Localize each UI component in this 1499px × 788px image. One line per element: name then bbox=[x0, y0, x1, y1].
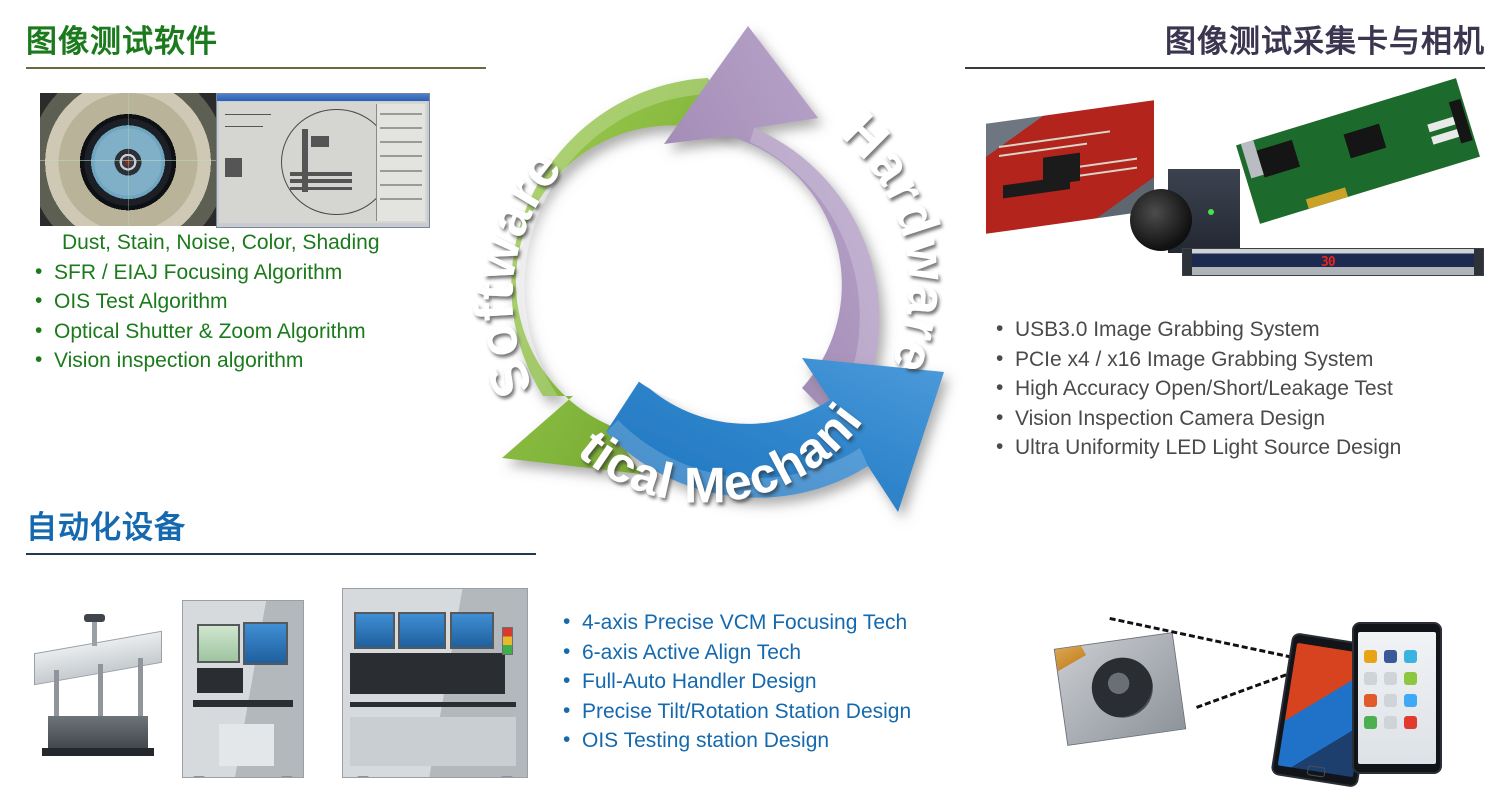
list-item: Vision inspection algorithm bbox=[32, 345, 380, 376]
list-item: USB3.0 Image Grabbing System bbox=[993, 314, 1401, 345]
software-lens-image bbox=[40, 93, 216, 226]
module-lens bbox=[1087, 653, 1157, 722]
list-item: Ultra Uniformity LED Light Source Design bbox=[993, 432, 1401, 463]
hardware-pcie-card-image bbox=[1236, 78, 1480, 224]
list-item: OIS Test Algorithm bbox=[32, 286, 380, 317]
hardware-title-divider bbox=[965, 67, 1485, 69]
chart-mark bbox=[225, 114, 271, 116]
hardware-bullet-list: USB3.0 Image Grabbing System PCIe x4 / x… bbox=[993, 314, 1401, 463]
chart-mark bbox=[310, 135, 330, 147]
automation-machine-1-image bbox=[32, 612, 162, 772]
cycle-label-software: Software bbox=[464, 138, 573, 406]
chart-mark bbox=[289, 172, 353, 176]
automation-machine-3-image bbox=[342, 588, 528, 778]
phone-screen bbox=[1358, 632, 1436, 764]
list-item: SFR / EIAJ Focusing Algorithm bbox=[32, 257, 380, 288]
chart-mark bbox=[289, 179, 353, 184]
hardware-camera-image bbox=[1130, 165, 1240, 257]
cycle-label-software-text: Software bbox=[464, 138, 572, 406]
cycle-diagram: Software Hardware Optical Mechanism bbox=[398, 0, 1018, 576]
automation-machine-2-image bbox=[182, 600, 304, 778]
chart-mark bbox=[289, 186, 353, 191]
list-item: 4-axis Precise VCM Focusing Tech bbox=[560, 607, 911, 638]
chart-window-body bbox=[219, 102, 427, 223]
list-item: PCIe x4 / x16 Image Grabbing System bbox=[993, 344, 1401, 375]
list-item: 6-axis Active Align Tech bbox=[560, 637, 911, 668]
list-item: Precise Tilt/Rotation Station Design bbox=[560, 696, 911, 727]
cycle-center-hole bbox=[590, 168, 826, 404]
list-item: Optical Shutter & Zoom Algorithm bbox=[32, 316, 380, 347]
smartphone-2-image bbox=[1352, 622, 1442, 774]
camera-module-image bbox=[1053, 632, 1187, 746]
module-flex-cable bbox=[1053, 632, 1087, 690]
list-item: Dust, Stain, Noise, Color, Shading bbox=[62, 231, 380, 254]
chart-mark bbox=[225, 157, 242, 178]
list-item: Vision Inspection Camera Design bbox=[993, 403, 1401, 434]
list-item: Full-Auto Handler Design bbox=[560, 666, 911, 697]
list-item: OIS Testing station Design bbox=[560, 725, 911, 756]
led-bar-display: 30 bbox=[1321, 255, 1336, 271]
hardware-led-light-bar-image: 30 bbox=[1182, 248, 1484, 276]
section-hardware: 图像测试采集卡与相机 bbox=[965, 26, 1485, 69]
list-item: High Accuracy Open/Short/Leakage Test bbox=[993, 373, 1401, 404]
software-bullet-list: Dust, Stain, Noise, Color, Shading SFR /… bbox=[32, 228, 380, 376]
automation-bullet-list: 4-axis Precise VCM Focusing Tech 6-axis … bbox=[560, 607, 911, 756]
hardware-title: 图像测试采集卡与相机 bbox=[1165, 24, 1485, 59]
test-chart-circle bbox=[281, 109, 392, 216]
chart-mark bbox=[225, 126, 263, 128]
